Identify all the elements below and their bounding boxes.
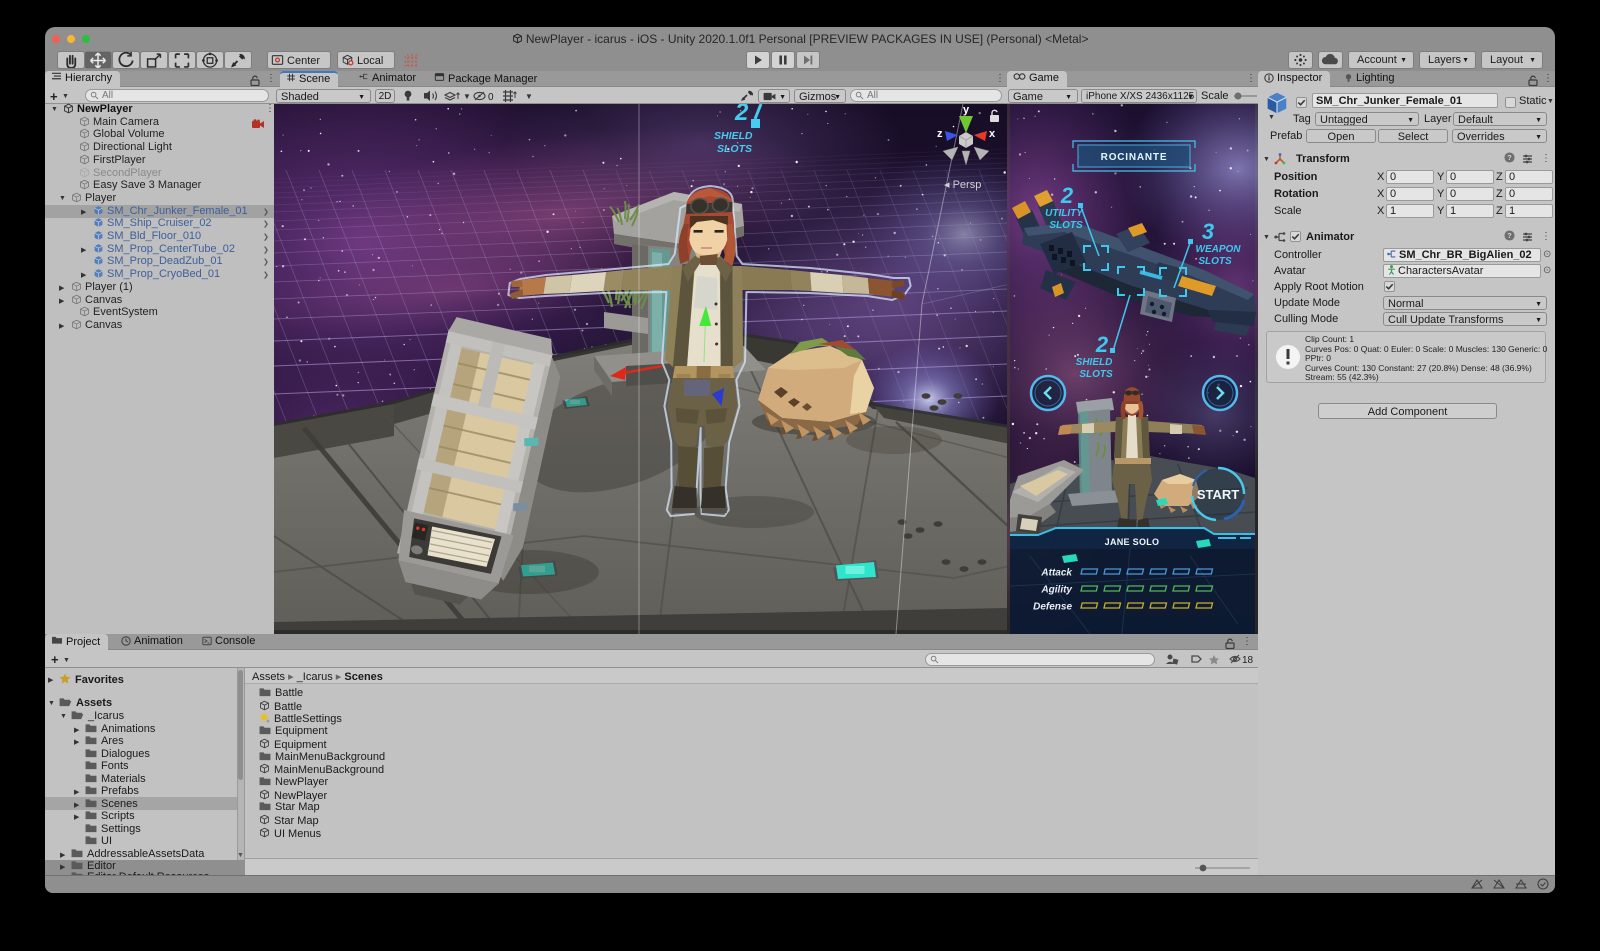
svg-text:SLOTS: SLOTS — [717, 143, 752, 155]
svg-text:2: 2 — [1060, 183, 1074, 208]
svg-text:ROCINANTE: ROCINANTE — [1101, 152, 1168, 163]
svg-text:y: y — [963, 104, 970, 116]
svg-text:2: 2 — [734, 104, 749, 126]
svg-text:SHIELD: SHIELD — [714, 130, 753, 142]
svg-text:0: 0 — [488, 92, 494, 103]
svg-text:SLOTS: SLOTS — [1198, 256, 1232, 267]
svg-text:JANE SOLO: JANE SOLO — [1105, 537, 1160, 547]
svg-text:START: START — [1197, 487, 1239, 502]
svg-text:3: 3 — [1202, 219, 1214, 244]
svg-text:z: z — [937, 128, 943, 140]
svg-text:▼: ▼ — [525, 92, 533, 101]
svg-text:2: 2 — [1095, 332, 1109, 357]
svg-text:▼: ▼ — [463, 92, 471, 101]
svg-text:SHIELD: SHIELD — [1076, 357, 1113, 368]
svg-text:Agility: Agility — [1040, 585, 1072, 596]
svg-text:SLOTS: SLOTS — [1049, 220, 1083, 231]
svg-text:?: ? — [1507, 231, 1512, 240]
svg-text:Attack: Attack — [1040, 568, 1072, 579]
svg-text:UTILITY: UTILITY — [1045, 208, 1084, 219]
svg-text:SLOTS: SLOTS — [1079, 369, 1113, 380]
svg-text:x: x — [989, 128, 996, 140]
svg-text:?: ? — [1507, 153, 1512, 162]
svg-text:◂ Persp: ◂ Persp — [944, 179, 981, 191]
svg-text:Defense: Defense — [1033, 602, 1072, 613]
svg-text:WEAPON: WEAPON — [1196, 244, 1242, 255]
svg-text:18: 18 — [1242, 655, 1254, 666]
